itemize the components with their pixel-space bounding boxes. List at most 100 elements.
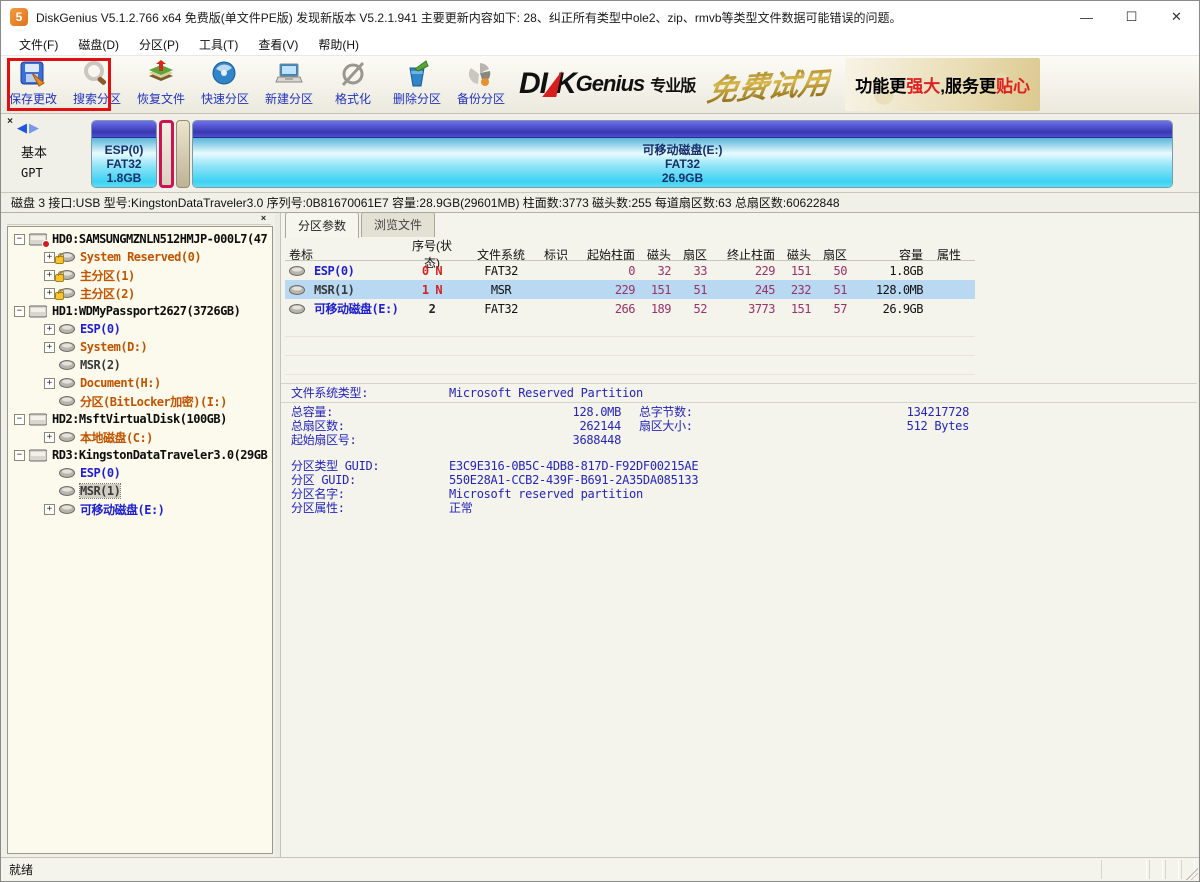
tree-item-primary-1[interactable]: + 主分区(1): [12, 266, 272, 284]
partition-block-esp[interactable]: ESP(0) FAT32 1.8GB: [91, 120, 157, 188]
partition-icon: [59, 468, 75, 478]
col-volume-label[interactable]: 卷标: [285, 246, 401, 263]
tree-item-hd2[interactable]: − HD2:MsftVirtualDisk(100GB): [12, 410, 272, 428]
table-row-esp[interactable]: ESP(0) 0 N FAT32 0 32 33 229 151 50 1.8G…: [285, 261, 975, 280]
partition-block-header: [92, 121, 156, 138]
col-capacity[interactable]: 容量: [851, 246, 927, 263]
tree-item-rd3[interactable]: − RD3:KingstonDataTraveler3.0(29GB: [12, 446, 272, 464]
col-flag[interactable]: 标识: [539, 246, 573, 263]
warning-badge-icon: [42, 240, 50, 248]
new-partition-button[interactable]: 新建分区: [257, 56, 321, 112]
tree-item-msr-2[interactable]: MSR(2): [12, 356, 272, 374]
table-row-removable[interactable]: 可移动磁盘(E:) 2 FAT32 266 189 52 3773 151 57…: [285, 299, 975, 318]
block-esp-size: 1.8GB: [107, 171, 142, 185]
expand-icon[interactable]: +: [44, 504, 55, 515]
menu-partition[interactable]: 分区(P): [129, 34, 189, 55]
backup-partition-button[interactable]: 备份分区: [449, 56, 513, 112]
tree-item-hd0[interactable]: − HD0:SAMSUNGMZNLN512HMJP-000L7(47: [12, 230, 272, 248]
tree-close-icon[interactable]: ×: [258, 213, 269, 224]
collapse-icon[interactable]: −: [14, 414, 25, 425]
quick-partition-icon: [209, 59, 241, 89]
format-icon: [337, 59, 369, 89]
tree-item-label: HD2:MsftVirtualDisk(100GB): [52, 412, 227, 426]
tree-item-system-reserved[interactable]: + System Reserved(0): [12, 248, 272, 266]
disk-tree: − HD0:SAMSUNGMZNLN512HMJP-000L7(47 + Sys…: [7, 226, 273, 854]
tree-item-removable-e[interactable]: + 可移动磁盘(E:): [12, 500, 272, 518]
expand-icon[interactable]: +: [44, 252, 55, 263]
tree-item-system-d[interactable]: + System(D:): [12, 338, 272, 356]
col-start-head[interactable]: 磁头: [639, 246, 675, 263]
tab-partition-parameters[interactable]: 分区参数: [285, 212, 359, 238]
tree-item-rd3-msr-selected[interactable]: MSR(1): [12, 482, 272, 500]
cell-status: 1 N: [401, 283, 463, 297]
save-changes-icon: [17, 59, 49, 89]
close-button[interactable]: ✕: [1154, 1, 1199, 33]
tree-item-hd1-esp[interactable]: + ESP(0): [12, 320, 272, 338]
next-disk-arrow-icon[interactable]: ▶: [29, 120, 41, 135]
table-row-msr-selected[interactable]: MSR(1) 1 N MSR 229 151 51 245 232 51 128…: [285, 280, 975, 299]
tab-browse-files[interactable]: 浏览文件: [361, 212, 435, 237]
maximize-button[interactable]: ☐: [1109, 1, 1154, 33]
partition-attr-value: 正常: [449, 501, 472, 515]
col-filesystem[interactable]: 文件系统: [463, 246, 539, 263]
window-title: DiskGenius V5.1.2.766 x64 免费版(单文件PE版) 发现…: [36, 9, 902, 26]
disk-info-bar: 磁盘 3 接口:USB 型号:KingstonDataTraveler3.0 序…: [1, 193, 1199, 213]
collapse-icon[interactable]: −: [14, 306, 25, 317]
collapse-icon[interactable]: −: [14, 234, 25, 245]
partition-icon: [289, 285, 305, 295]
partition-block-msr-selected[interactable]: [159, 120, 174, 188]
block-removable-size: 26.9GB: [662, 171, 703, 185]
panel-close-icon[interactable]: ×: [4, 116, 16, 128]
delete-partition-label: 删除分区: [393, 90, 441, 107]
expand-icon[interactable]: +: [44, 378, 55, 389]
total-bytes-value: 134217728: [781, 405, 969, 419]
col-end-head[interactable]: 磁头: [779, 246, 815, 263]
table-empty-row: [285, 337, 975, 356]
col-start-sector[interactable]: 扇区: [675, 246, 711, 263]
expand-icon[interactable]: +: [44, 324, 55, 335]
expand-icon[interactable]: +: [44, 270, 55, 281]
tree-item-rd3-esp[interactable]: ESP(0): [12, 464, 272, 482]
free-trial-banner[interactable]: 免费试用: [704, 58, 834, 110]
expand-icon[interactable]: +: [44, 432, 55, 443]
partition-icon: [59, 324, 75, 334]
tree-item-label: RD3:KingstonDataTraveler3.0(29GB: [52, 448, 267, 462]
expand-icon[interactable]: +: [44, 342, 55, 353]
delete-partition-button[interactable]: 删除分区: [385, 56, 449, 112]
col-attribute[interactable]: 属性: [927, 246, 971, 263]
minimize-button[interactable]: —: [1064, 1, 1109, 33]
cell-filesystem: FAT32: [463, 264, 539, 278]
collapse-icon[interactable]: −: [14, 450, 25, 461]
save-changes-button[interactable]: 保存更改: [1, 56, 65, 112]
partition-icon: [59, 270, 75, 280]
resize-grip[interactable]: [1186, 868, 1198, 880]
tree-item-bitlocker-i[interactable]: 分区(BitLocker加密)(I:): [12, 392, 272, 410]
col-end-cylinder[interactable]: 终止柱面: [711, 246, 779, 263]
prev-disk-arrow-icon[interactable]: ◀: [17, 120, 29, 135]
partition-name-label: 分区名字:: [291, 487, 345, 501]
quick-partition-button[interactable]: 快速分区: [193, 56, 257, 112]
menu-tools[interactable]: 工具(T): [189, 34, 248, 55]
cell-start-sector: 51: [675, 283, 711, 297]
tree-item-document-h[interactable]: + Document(H:): [12, 374, 272, 392]
slogan-part3: ,服务更: [940, 77, 996, 96]
expand-icon[interactable]: +: [44, 288, 55, 299]
cell-end-head: 151: [779, 302, 815, 316]
col-end-sector[interactable]: 扇区: [815, 246, 851, 263]
recover-files-button[interactable]: 恢复文件: [129, 56, 193, 112]
partition-block-free[interactable]: [176, 120, 190, 188]
search-partition-button[interactable]: 搜索分区: [65, 56, 129, 112]
menu-file[interactable]: 文件(F): [9, 34, 68, 55]
menu-view[interactable]: 查看(V): [248, 34, 308, 55]
cell-volume: MSR(1): [314, 283, 354, 297]
menu-help[interactable]: 帮助(H): [308, 34, 369, 55]
cell-end-cylinder: 229: [711, 264, 779, 278]
menu-disk[interactable]: 磁盘(D): [68, 34, 129, 55]
tree-item-local-c[interactable]: + 本地磁盘(C:): [12, 428, 272, 446]
tree-item-hd1[interactable]: − HD1:WDMyPassport2627(3726GB): [12, 302, 272, 320]
col-start-cylinder[interactable]: 起始柱面: [573, 246, 639, 263]
view-mode-label[interactable]: 基本: [21, 142, 47, 161]
format-button[interactable]: 格式化: [321, 56, 385, 112]
tree-item-primary-2[interactable]: + 主分区(2): [12, 284, 272, 302]
partition-block-removable[interactable]: 可移动磁盘(E:) FAT32 26.9GB: [192, 120, 1173, 188]
